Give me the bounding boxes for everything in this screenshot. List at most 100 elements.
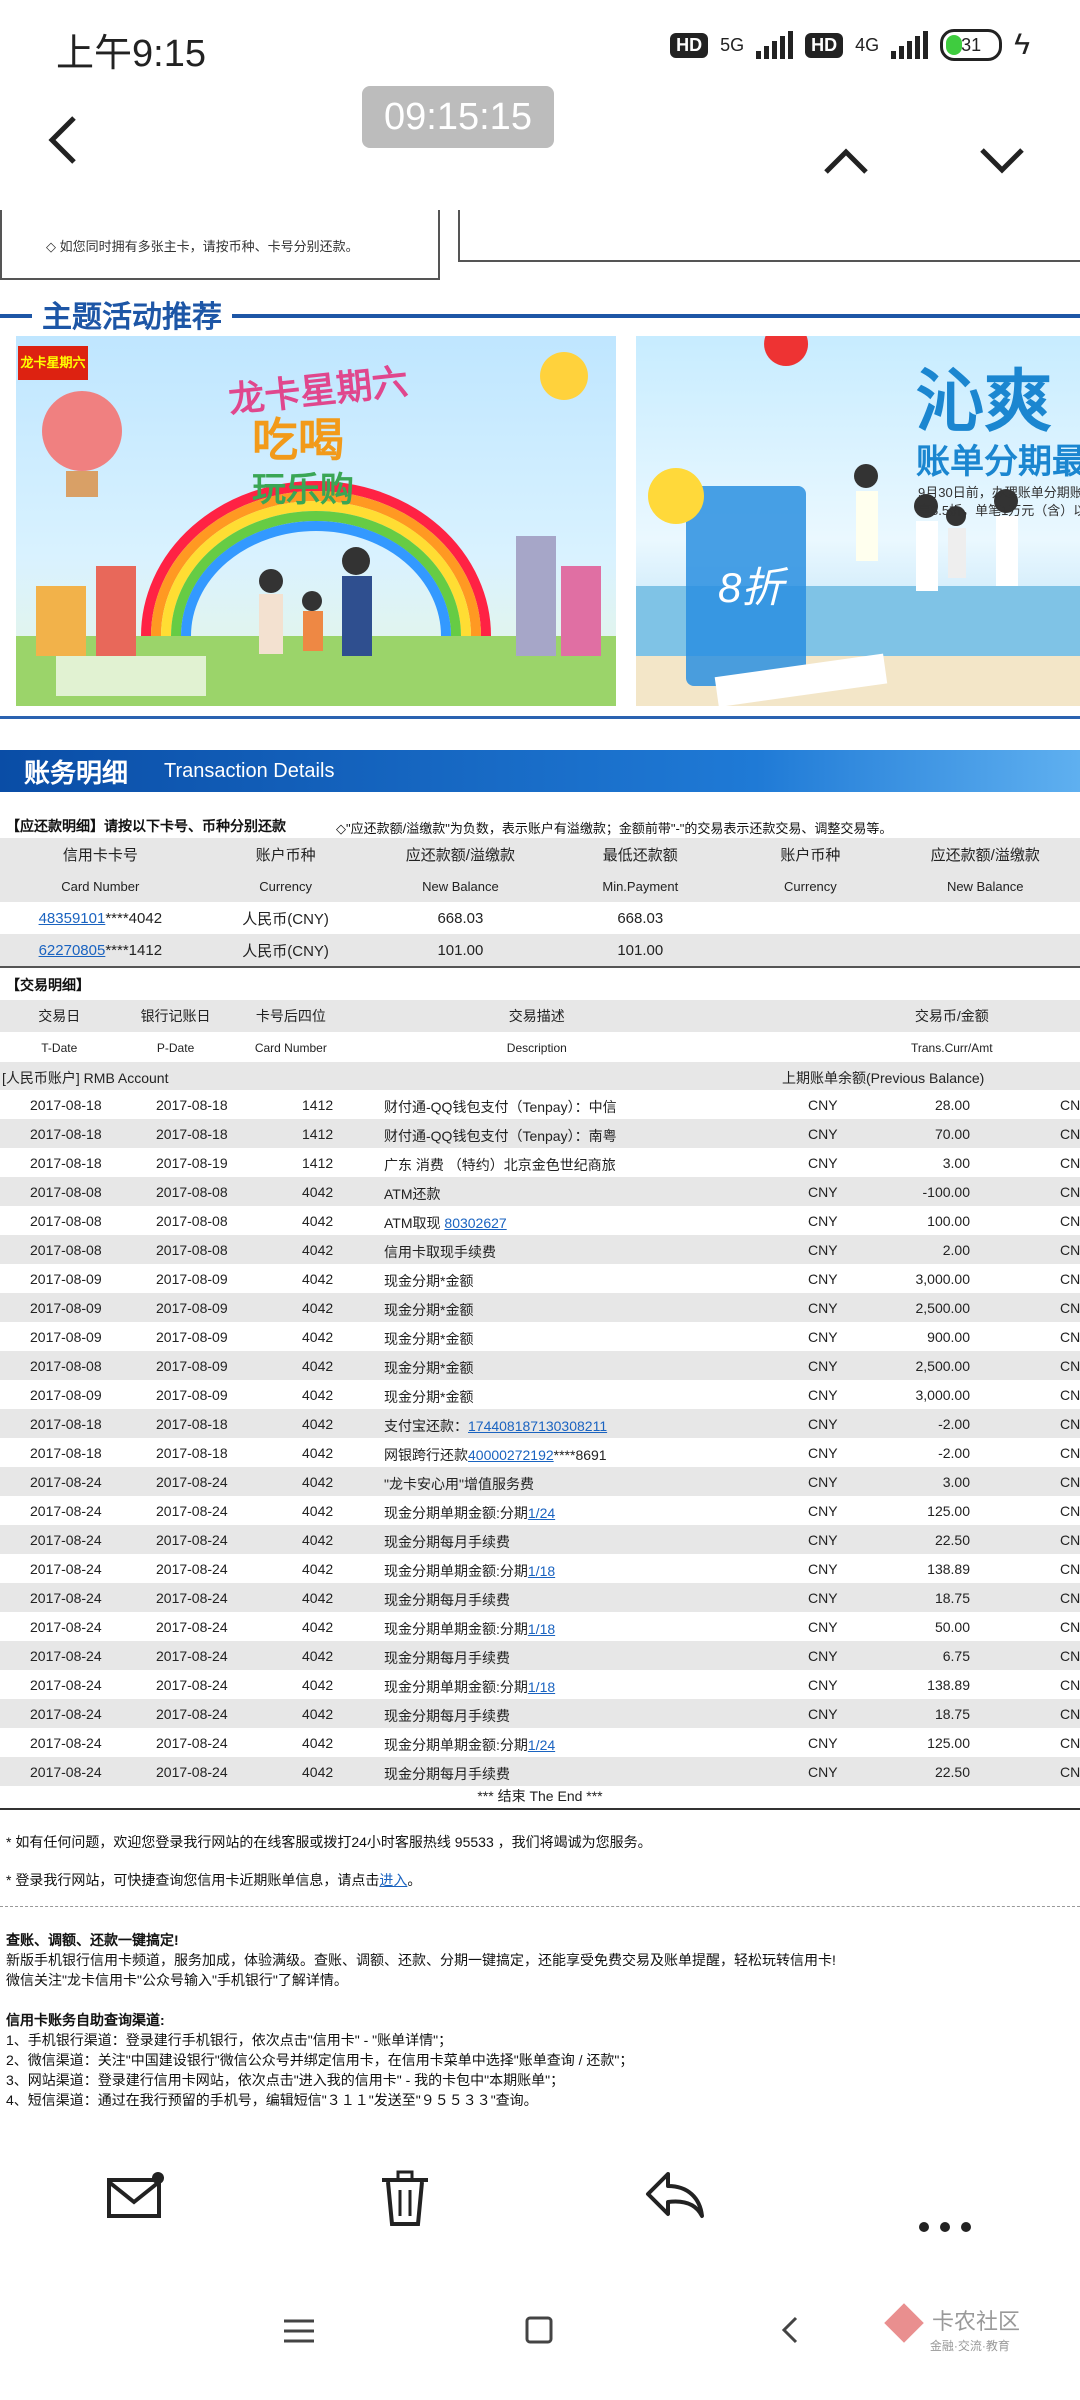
card-last4-cell: 4042 [302, 1619, 334, 1635]
col-header: 账户币种 [255, 846, 316, 864]
description-cell: 财付通-QQ钱包支付（Tenpay）：中信 [384, 1099, 617, 1115]
delete-icon[interactable] [380, 2170, 430, 2238]
reference-link[interactable]: 40000272192 [468, 1447, 554, 1463]
currency-cell: CNY [808, 1706, 838, 1722]
description-cell: 现金分期每月手续费 [384, 1766, 510, 1782]
card-last4-cell: 4042 [302, 1329, 334, 1345]
trans-date-cell: 2017-08-18 [30, 1097, 102, 1113]
col-header-en: New Balance [946, 878, 1024, 894]
card-last4-cell: 4042 [302, 1300, 334, 1316]
reference-link[interactable]: 80302627 [444, 1215, 506, 1231]
due-row: 48359101****4042 人民币(CNY) 668.03 668.03 [0, 902, 1080, 934]
description-cell: 现金分期每月手续费 [384, 1534, 510, 1550]
more-icon[interactable] [918, 2188, 972, 2246]
amount-cell: 18.75 [934, 1706, 970, 1722]
table-row: 2017-08-24 2017-08-24 4042 CNY CN 50.00 现金分期单期… [0, 1612, 1080, 1641]
currency-cell: CNY [808, 1387, 838, 1403]
status-time: 上午9:15 [56, 33, 206, 75]
card-last4-cell: 4042 [302, 1764, 334, 1780]
amount-cell: -100.00 [922, 1184, 970, 1200]
reference-link[interactable]: 1/24 [528, 1737, 555, 1753]
currency-cell: CN [1060, 1735, 1080, 1751]
back-icon[interactable] [46, 112, 80, 178]
trans-date-cell: 2017-08-08 [30, 1358, 102, 1374]
trans-date-cell: 2017-08-24 [30, 1735, 102, 1751]
txn-header-table: 交易日 银行记账日 卡号后四位 交易描述 交易币/金额 T-Date P-Dat… [0, 1000, 1080, 1064]
description-cell: 现金分期单期金额:分期1/24 [384, 1505, 556, 1521]
post-date-cell: 2017-08-18 [156, 1126, 228, 1142]
currency-cell: CNY [808, 1474, 838, 1490]
menu-icon[interactable] [282, 2310, 316, 2355]
transaction-rows: 2017-08-18 2017-08-18 1412 CNY CN 28.00 财付通-QQ… [0, 1090, 1080, 1786]
post-date-cell: 2017-08-09 [156, 1271, 228, 1287]
description-cell: 现金分期单期金额:分期1/18 [384, 1621, 556, 1637]
enter-link[interactable]: 进入 [379, 1872, 407, 1888]
card-number-link[interactable]: 62270805 [39, 942, 106, 959]
card-last4-cell: 4042 [302, 1561, 334, 1577]
currency-cell: CNY [808, 1677, 838, 1693]
email-content[interactable]: ◇ 如您同时拥有多张主卡，请按币种、卡号分别还款。 主题活动推荐 龙卡星期六 龙… [0, 210, 1080, 2110]
status-bar: 上午9:15 HD 5G HD 4G 31 ϟ [0, 0, 1080, 90]
reference-link[interactable]: 1/24 [528, 1505, 555, 1521]
table-row: 2017-08-24 2017-08-24 4042 CNY CN 3.00 "龙卡安心用"… [0, 1467, 1080, 1496]
table-row: 2017-08-24 2017-08-24 4042 CNY CN 18.75 现金分期每月… [0, 1583, 1080, 1612]
reference-link[interactable]: 174408187130308211 [468, 1418, 607, 1434]
reply-icon[interactable] [644, 2170, 706, 2232]
trans-date-cell: 2017-08-24 [30, 1764, 102, 1780]
post-date-cell: 2017-08-24 [156, 1764, 228, 1780]
reference-link[interactable]: 1/18 [528, 1679, 555, 1695]
col-header-en: Currency [784, 878, 837, 894]
trans-date-cell: 2017-08-09 [30, 1387, 102, 1403]
watermark-text: 卡农社区 [931, 2309, 1020, 2334]
currency-cell: CNY [808, 1416, 838, 1432]
currency-cell: CN [1060, 1329, 1080, 1345]
currency-cell: 人民币(CNY) [242, 910, 329, 928]
currency-cell: CNY [808, 1503, 838, 1519]
card-last4-cell: 1412 [302, 1126, 334, 1142]
currency-cell: CN [1060, 1242, 1080, 1258]
currency-cell: CN [1060, 1271, 1080, 1287]
currency-cell: CNY [808, 1619, 838, 1635]
mark-unread-icon[interactable] [106, 2170, 166, 2232]
trans-date-cell: 2017-08-18 [30, 1126, 102, 1142]
currency-cell: CNY [808, 1735, 838, 1751]
description-cell: 现金分期*金额 [384, 1360, 474, 1376]
card-last4-cell: 4042 [302, 1503, 334, 1519]
post-date-cell: 2017-08-08 [156, 1242, 228, 1258]
banner-note-2: 享8.5折，单笔1万元（含）以 [918, 503, 1080, 518]
amount-cell: 900.00 [927, 1329, 970, 1345]
col-header: 应还款额/溢缴款 [930, 846, 1040, 864]
col-header: 交易币/金额 [914, 1008, 989, 1024]
col-header-en: Card Number [61, 878, 140, 894]
reference-link[interactable]: 1/18 [528, 1621, 555, 1637]
banner-subtitle: 账单分期最 [916, 443, 1080, 481]
txn-section-title: 【交易明细】 [6, 977, 90, 993]
description-cell: 现金分期单期金额:分期1/18 [384, 1679, 556, 1695]
col-header: 银行记账日 [140, 1008, 211, 1024]
description-cell: 现金分期每月手续费 [384, 1708, 510, 1724]
currency-cell: CNY [808, 1445, 838, 1461]
reference-link[interactable]: 1/18 [528, 1563, 555, 1579]
card-last4-cell: 4042 [302, 1474, 334, 1490]
amount-cell: 6.75 [942, 1648, 970, 1664]
post-date-cell: 2017-08-24 [156, 1648, 228, 1664]
signal-icon [756, 31, 794, 59]
trans-date-cell: 2017-08-18 [30, 1416, 102, 1432]
back-nav-icon[interactable] [780, 2310, 800, 2355]
banner-title-line3: 玩乐购 [252, 471, 354, 509]
card-number-link[interactable]: 48359101 [39, 910, 106, 927]
col-header-en: New Balance [422, 878, 499, 894]
timestamp-badge: 09:15:15 [362, 86, 554, 148]
promo-banner-weekend[interactable]: 龙卡星期六 龙卡星期六 吃喝 玩乐购 [16, 336, 616, 706]
currency-cell: CNY [808, 1648, 838, 1664]
home-icon[interactable] [524, 2310, 554, 2355]
table-row: 2017-08-18 2017-08-19 1412 CNY CN 3.00 广东 消费 （… [0, 1148, 1080, 1177]
trans-date-cell: 2017-08-08 [30, 1184, 102, 1200]
chevron-up-icon[interactable] [822, 126, 870, 186]
amount-cell: 3,000.00 [915, 1271, 971, 1287]
chevron-down-icon[interactable] [978, 126, 1026, 186]
col-header-en: P-Date [156, 1041, 195, 1055]
currency-cell: CN [1060, 1532, 1080, 1548]
promo-banner-installment[interactable]: 沁爽 账单分期最 9月30日前，办理账单分期账 享8.5折，单笔1万元（含）以 … [636, 336, 1080, 706]
battery-icon: 31 [940, 29, 1003, 61]
